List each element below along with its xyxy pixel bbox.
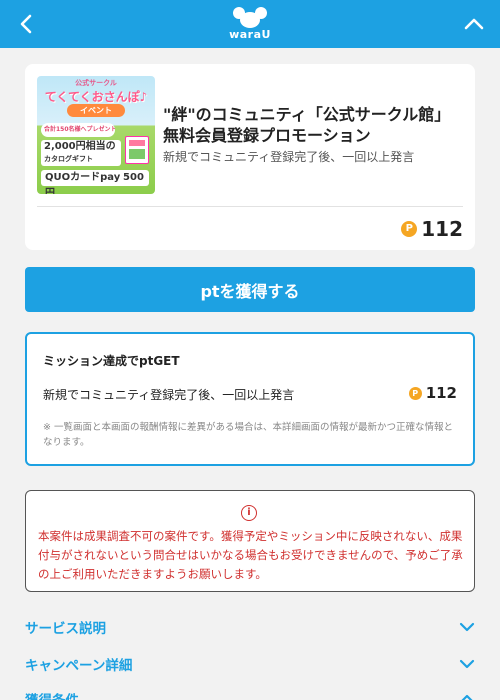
warning-text: 本案件は成果調査不可の案件です。獲得予定やミッション中に反映されない、成果付与が… bbox=[38, 529, 463, 581]
mission-points-value: 112 bbox=[425, 384, 457, 402]
app-header: waraU bbox=[0, 0, 500, 48]
banner-quo-label: QUOカードpay bbox=[45, 172, 121, 183]
campaign-title: "絆"のコミュニティ「公式サークル館」無料会員登録プロモーション bbox=[163, 105, 451, 145]
banner-headline: てくてくおさんぽ♪ bbox=[44, 90, 148, 104]
point-coin-icon: P bbox=[401, 221, 418, 237]
point-coin-icon: P bbox=[408, 386, 422, 400]
banner-gift-label: カタログギフト bbox=[44, 155, 93, 163]
campaign-card: 公式サークル てくてくおさんぽ♪ イベント 合計150名様へプレゼント 2,00… bbox=[25, 64, 475, 250]
mission-note: ※ 一覧画面と本画面の報酬情報に差異がある場合は、本詳細画面の情報が最新かつ正確… bbox=[43, 422, 453, 448]
warning-box: i 本案件は成果調査不可の案件です。獲得予定やミッション中に反映されない、成果付… bbox=[25, 490, 475, 592]
chevron-left-icon bbox=[20, 14, 32, 34]
chevron-up-icon bbox=[464, 18, 484, 30]
banner-top-text: 公式サークル bbox=[75, 79, 117, 87]
mission-points: P 112 bbox=[408, 384, 457, 402]
banner-gift-amount: 2,000円相当の bbox=[44, 141, 116, 152]
accordion-campaign-details[interactable]: キャンペーン詳細 bbox=[25, 649, 475, 679]
info-icon: i bbox=[241, 505, 257, 521]
chevron-up-icon bbox=[461, 694, 473, 700]
waraU-logo: waraU bbox=[226, 6, 274, 42]
banner-present: 合計150名様へプレゼント bbox=[41, 123, 115, 137]
campaign-points: P 112 bbox=[401, 216, 463, 242]
campaign-banner-image: 公式サークル てくてくおさんぽ♪ イベント 合計150名様へプレゼント 2,00… bbox=[37, 76, 155, 194]
chevron-down-icon bbox=[459, 659, 475, 669]
logo-text: waraU bbox=[229, 28, 271, 41]
accordion-acquisition-conditions[interactable]: 獲得条件 bbox=[25, 684, 475, 700]
accordion-label: キャンペーン詳細 bbox=[25, 658, 133, 674]
banner-event: イベント bbox=[67, 104, 125, 117]
mission-heading: ミッション達成でptGET bbox=[43, 354, 180, 368]
banner-quo: QUOカードpay 500円 bbox=[41, 170, 149, 194]
banner-gift: 2,000円相当の カタログギフト bbox=[41, 140, 121, 166]
logo-mark-icon bbox=[233, 7, 267, 28]
mission-box: ミッション達成でptGET 新規でコミュニティ登録完了後、一回以上発言 P 11… bbox=[25, 332, 475, 466]
campaign-subtitle: 新規でコミュニティ登録完了後、一回以上発言 bbox=[163, 150, 415, 164]
chevron-down-icon bbox=[459, 622, 475, 632]
mission-task: 新規でコミュニティ登録完了後、一回以上発言 bbox=[43, 388, 295, 402]
get-points-button[interactable]: ptを獲得する bbox=[25, 267, 475, 312]
accordion-service-description[interactable]: サービス説明 bbox=[25, 612, 475, 642]
points-value: 112 bbox=[421, 217, 463, 241]
back-button[interactable] bbox=[14, 10, 38, 38]
gift-box-icon bbox=[125, 136, 149, 164]
divider bbox=[37, 206, 463, 207]
accordion-label: サービス説明 bbox=[25, 621, 106, 637]
accordion-label: 獲得条件 bbox=[25, 689, 79, 700]
collapse-button[interactable] bbox=[462, 10, 486, 38]
